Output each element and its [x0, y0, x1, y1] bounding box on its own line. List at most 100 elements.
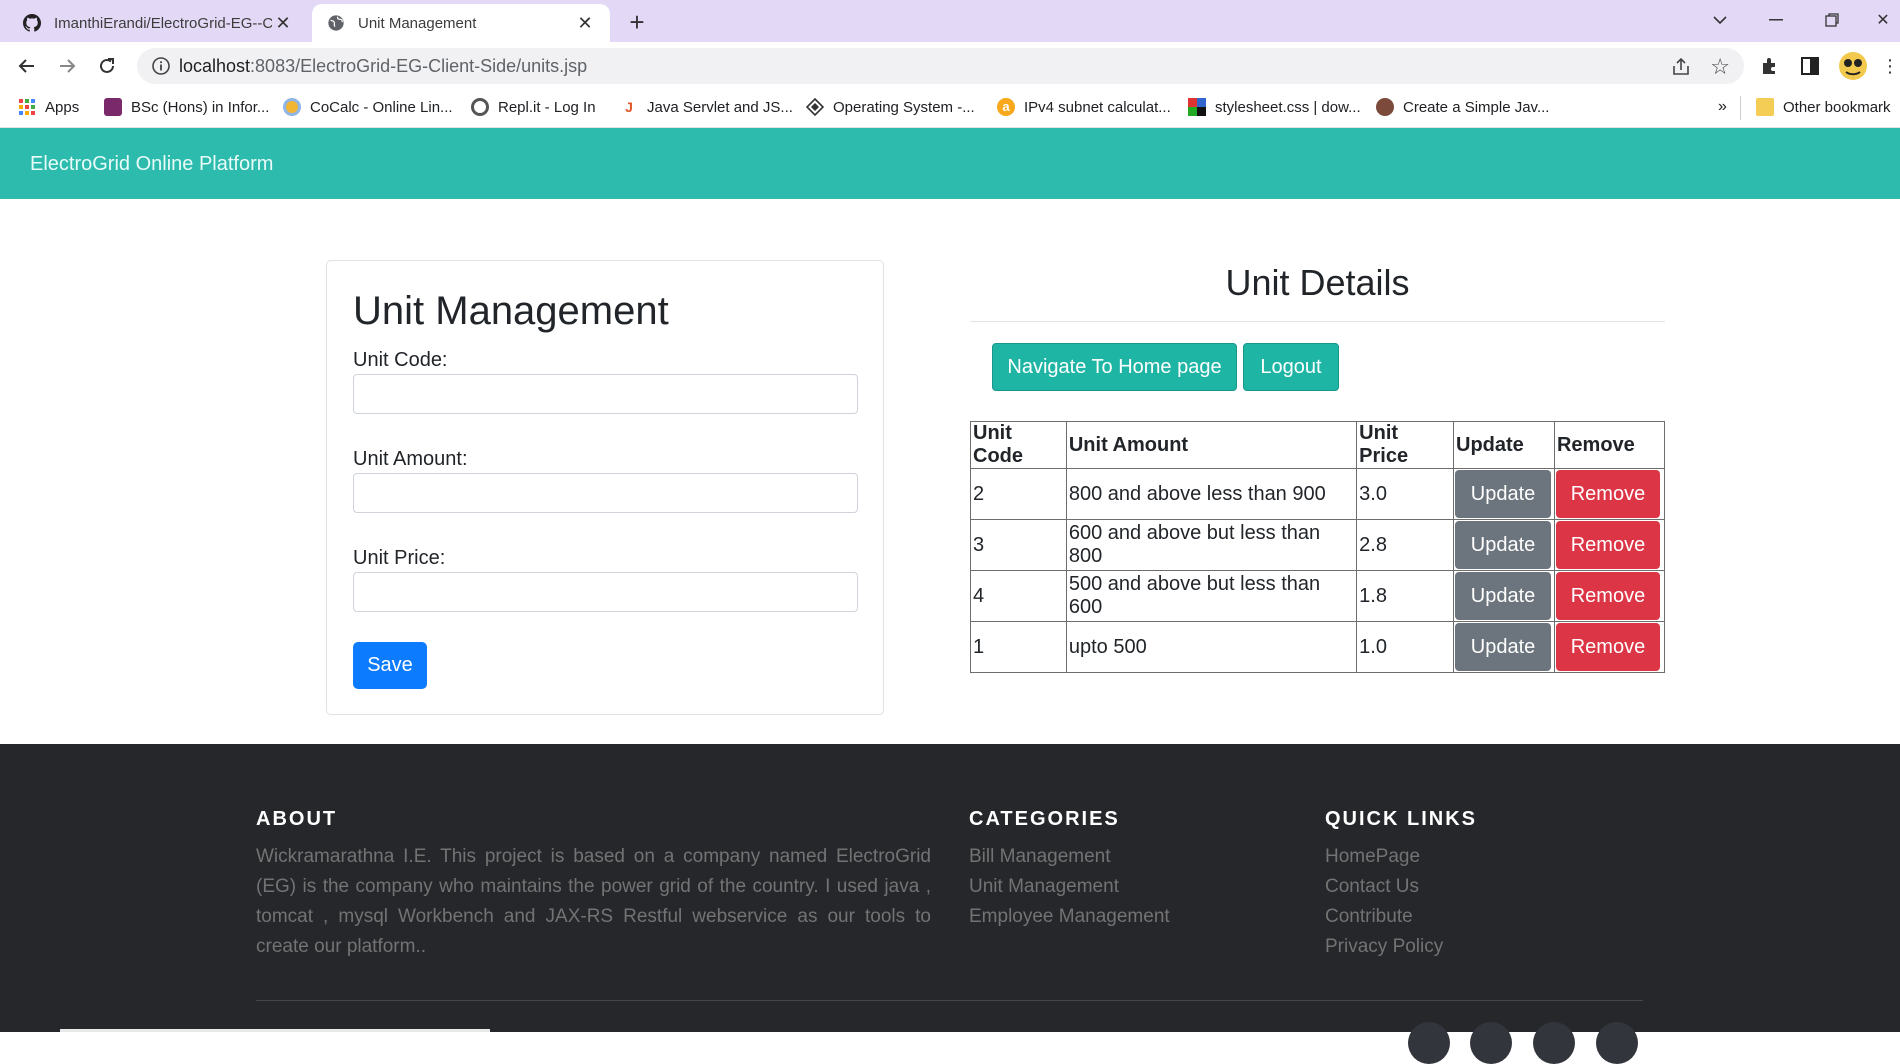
quick-links-list: HomePage Contact Us Contribute Privacy P…	[1325, 842, 1443, 962]
tab-search-chevron-icon[interactable]	[1700, 4, 1740, 36]
update-cell: Update	[1453, 621, 1555, 673]
categories-list: Bill Management Unit Management Employee…	[969, 842, 1170, 932]
social-icon[interactable]	[1408, 1022, 1450, 1064]
reload-icon[interactable]	[92, 51, 122, 81]
avatar[interactable]	[1836, 52, 1870, 80]
bookmark-bsc[interactable]: BSc (Hons) in Infor...	[104, 98, 269, 116]
unit-amount-cell: 600 and above but less than 800	[1065, 519, 1358, 571]
bookmark-cocalc[interactable]: CoCalc - Online Lin...	[283, 98, 453, 116]
update-button[interactable]: Update	[1455, 470, 1551, 518]
categories-heading: CATEGORIES	[969, 808, 1120, 830]
site-navbar: ElectroGrid Online Platform	[0, 128, 1900, 199]
close-tab-icon[interactable]: ✕	[272, 12, 294, 34]
puzzle-icon[interactable]	[1756, 52, 1784, 80]
javatpoint-icon: J	[625, 99, 633, 115]
category-link-bill[interactable]: Bill Management	[969, 842, 1170, 872]
unit-price-label: Unit Price:	[353, 547, 446, 569]
remove-button[interactable]: Remove	[1555, 623, 1660, 671]
category-link-unit[interactable]: Unit Management	[969, 872, 1170, 902]
bookmarks-divider	[1740, 96, 1741, 120]
bookmark-stylesheet[interactable]: stylesheet.css | dow...	[1188, 98, 1361, 116]
save-button[interactable]: Save	[353, 642, 427, 689]
table-row: 2 800 and above less than 900 3.0 Update…	[970, 468, 1666, 520]
update-button[interactable]: Update	[1455, 623, 1551, 671]
unit-price-cell: 1.0	[1356, 621, 1454, 673]
social-icon[interactable]	[1533, 1022, 1575, 1064]
table-header-row: Unit Code Unit Amount Unit Price Update …	[970, 421, 1666, 469]
back-arrow-icon[interactable]	[12, 51, 42, 81]
university-logo-icon	[104, 98, 122, 116]
close-window-icon[interactable]: ✕	[1866, 4, 1900, 36]
remove-button[interactable]: Remove	[1555, 572, 1660, 620]
quick-link-privacy[interactable]: Privacy Policy	[1325, 932, 1443, 962]
quick-link-homepage[interactable]: HomePage	[1325, 842, 1443, 872]
unit-price-cell: 3.0	[1356, 468, 1454, 520]
remove-cell: Remove	[1553, 468, 1666, 520]
quick-link-contact[interactable]: Contact Us	[1325, 872, 1443, 902]
unit-price-input[interactable]	[353, 572, 858, 612]
bookmark-create-simple[interactable]: Create a Simple Jav...	[1376, 98, 1549, 116]
navigate-home-button[interactable]: Navigate To Home page	[992, 343, 1237, 391]
side-panel-icon[interactable]	[1796, 52, 1824, 80]
social-icon[interactable]	[1470, 1022, 1512, 1064]
unit-code-label: Unit Code:	[353, 349, 448, 371]
share-icon[interactable]	[1670, 56, 1692, 78]
remove-button[interactable]: Remove	[1555, 470, 1660, 518]
new-tab-button[interactable]: +	[622, 8, 652, 38]
footer-divider	[256, 1000, 1643, 1001]
remove-button[interactable]: Remove	[1555, 521, 1660, 569]
minimize-icon[interactable]	[1756, 4, 1796, 36]
bookmark-other[interactable]: Other bookmark	[1756, 98, 1891, 116]
bookmark-ipv4[interactable]: a IPv4 subnet calculat...	[997, 98, 1171, 116]
remove-cell: Remove	[1553, 570, 1666, 622]
table-row: 4 500 and above but less than 600 1.8 Up…	[970, 570, 1666, 622]
social-icon[interactable]	[1596, 1022, 1638, 1064]
table-row: 3 600 and above but less than 800 2.8 Up…	[970, 519, 1666, 571]
unit-price-cell: 2.8	[1356, 519, 1454, 571]
column-header: Remove	[1553, 421, 1666, 469]
tab-unit-management[interactable]: Unit Management ✕	[312, 4, 610, 42]
column-header: Unit Price	[1356, 421, 1454, 469]
bookmark-java-servlet[interactable]: J Java Servlet and JS...	[620, 98, 793, 116]
unit-price-cell: 1.8	[1356, 570, 1454, 622]
bookmark-apps[interactable]: Apps	[18, 98, 79, 116]
unit-amount-cell: upto 500	[1065, 621, 1358, 673]
info-icon[interactable]	[151, 56, 171, 76]
bookmark-operating-system[interactable]: Operating System -...	[805, 97, 975, 117]
update-cell: Update	[1453, 519, 1555, 571]
address-bar[interactable]: localhost:8083/ElectroGrid-EG-Client-Sid…	[137, 48, 1744, 84]
unit-code-input[interactable]	[353, 374, 858, 414]
tab-title: Unit Management	[358, 14, 477, 32]
update-button[interactable]: Update	[1455, 521, 1551, 569]
bookmark-replit[interactable]: Repl.it - Log In	[471, 98, 596, 116]
bookmarks-bar: Apps BSc (Hons) in Infor... CoCalc - Onl…	[0, 90, 1900, 128]
unit-amount-cell: 500 and above but less than 600	[1065, 570, 1358, 622]
navbar-brand[interactable]: ElectroGrid Online Platform	[30, 153, 273, 176]
bookmarks-overflow-chevron[interactable]: »	[1718, 98, 1727, 116]
column-header: Update	[1453, 421, 1555, 469]
unit-form-card: Unit Management Unit Code: Unit Amount: …	[326, 260, 884, 715]
browser-tab-strip: ImanthiErandi/ElectroGrid-EG--Cl ✕ Unit …	[0, 0, 1900, 42]
forward-arrow-icon[interactable]	[52, 51, 82, 81]
restore-icon[interactable]	[1812, 4, 1852, 36]
diamond-icon	[805, 97, 825, 117]
kebab-menu-icon[interactable]: ⋮	[1880, 52, 1900, 80]
tab-github[interactable]: ImanthiErandi/ElectroGrid-EG--Cl ✕	[8, 4, 308, 42]
about-text: Wickramarathna I.E. This project is base…	[256, 846, 931, 957]
site-icon	[1376, 98, 1394, 116]
folder-icon	[1756, 98, 1774, 116]
unit-amount-cell: 800 and above less than 900	[1065, 468, 1358, 520]
update-cell: Update	[1453, 570, 1555, 622]
quick-link-contribute[interactable]: Contribute	[1325, 902, 1443, 932]
close-tab-icon[interactable]: ✕	[574, 12, 596, 34]
update-button[interactable]: Update	[1455, 572, 1551, 620]
unit-amount-input[interactable]	[353, 473, 858, 513]
update-cell: Update	[1453, 468, 1555, 520]
category-link-employee[interactable]: Employee Management	[969, 902, 1170, 932]
stylesheet-icon	[1188, 98, 1206, 116]
star-icon[interactable]: ☆	[1710, 54, 1730, 80]
unit-code-cell: 2	[970, 468, 1067, 520]
about-heading: ABOUT	[256, 808, 338, 830]
globe-icon	[326, 13, 346, 33]
logout-button[interactable]: Logout	[1243, 343, 1339, 391]
